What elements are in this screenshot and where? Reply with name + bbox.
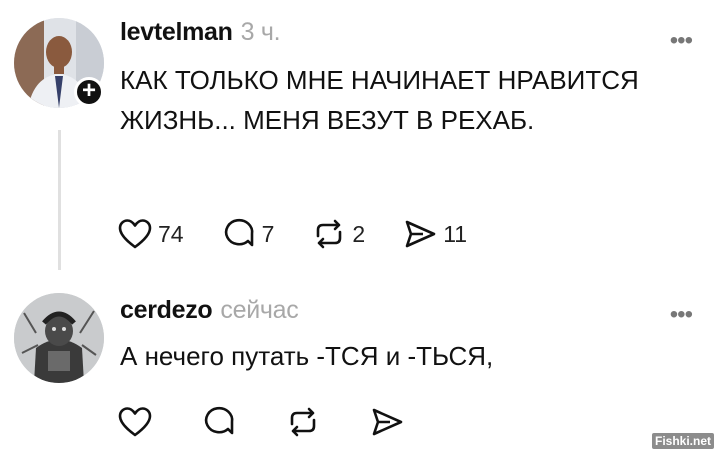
- comment-icon: [224, 218, 254, 247]
- heart-icon: [118, 407, 152, 437]
- post-text: КАК ТОЛЬКО МНЕ НАЧИНАЕТ НРАВИТСЯ ЖИЗНЬ..…: [120, 65, 639, 135]
- post: + levtelman 3 ч. ••• КАК ТОЛЬКО МНЕ НАЧИН…: [0, 0, 720, 282]
- reply-button[interactable]: [202, 406, 236, 438]
- timestamp: 3 ч.: [240, 18, 281, 46]
- username[interactable]: levtelman: [120, 18, 233, 46]
- reply-count: 7: [261, 220, 275, 247]
- heart-icon: [118, 219, 152, 249]
- repost-button[interactable]: [286, 406, 320, 438]
- more-icon[interactable]: •••: [670, 29, 693, 53]
- username[interactable]: cerdezo: [120, 296, 213, 324]
- share-button[interactable]: 11: [403, 218, 467, 250]
- post-text: А нечего путать -ТСЯ и -ТЬСЯ,: [120, 341, 494, 371]
- action-bar: 74 7 2 11: [118, 218, 505, 250]
- repost-count: 2: [352, 220, 366, 247]
- like-count: 74: [158, 220, 184, 247]
- share-count: 11: [443, 220, 468, 247]
- post-header: cerdezo сейчас: [120, 296, 299, 325]
- more-icon[interactable]: •••: [670, 303, 693, 327]
- comment-icon: [204, 406, 234, 435]
- reply-button[interactable]: 7: [222, 218, 275, 250]
- avatar[interactable]: [14, 293, 104, 383]
- action-bar: [118, 406, 442, 438]
- share-button[interactable]: [370, 406, 404, 438]
- thread-line: [58, 130, 61, 270]
- like-button[interactable]: 74: [118, 218, 184, 250]
- share-icon: [372, 408, 403, 436]
- repost-icon: [290, 407, 316, 437]
- share-icon: [405, 220, 436, 248]
- post-header: levtelman 3 ч.: [120, 18, 281, 47]
- timestamp: сейчас: [220, 296, 299, 324]
- post: cerdezo сейчас ••• А нечего путать -ТСЯ и…: [0, 282, 720, 455]
- repost-button[interactable]: 2: [312, 218, 365, 250]
- repost-icon: [317, 219, 342, 249]
- follow-button[interactable]: +: [74, 77, 104, 107]
- watermark: Fishki.net: [651, 433, 714, 449]
- like-button[interactable]: [118, 406, 152, 438]
